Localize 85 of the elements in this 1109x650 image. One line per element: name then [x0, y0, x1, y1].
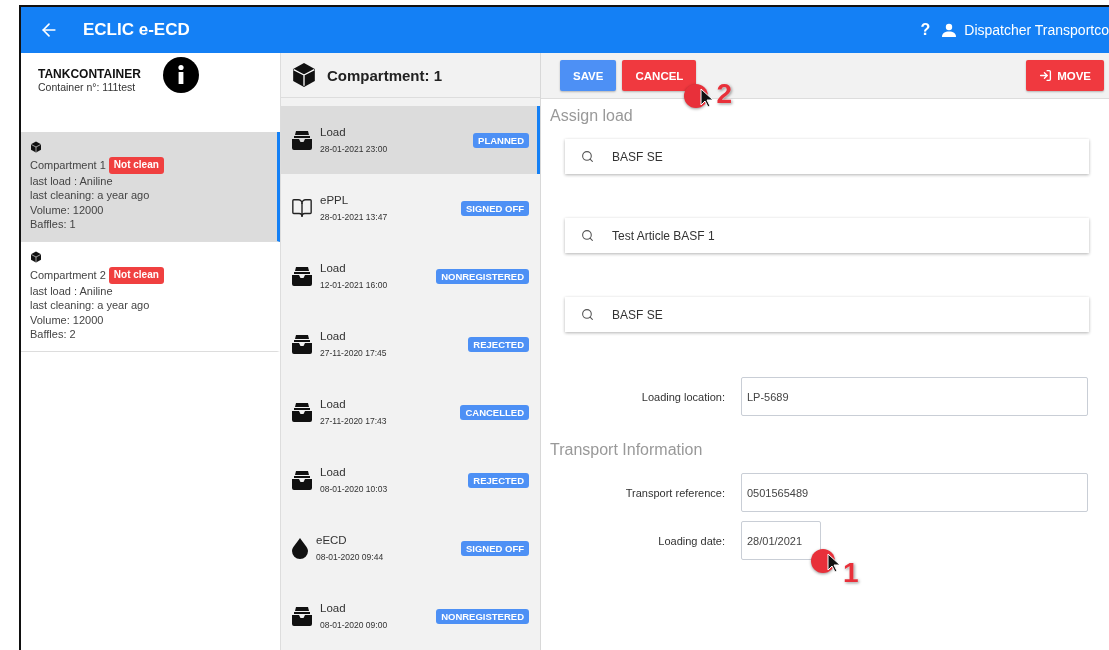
compartment-name: Compartment 2: [30, 268, 106, 283]
event-date: 12-01-2021 16:00: [320, 280, 388, 290]
event-item[interactable]: Load 27-11-2020 17:45 REJECTED: [281, 310, 540, 378]
search-icon: [581, 308, 594, 321]
event-item[interactable]: ePPL 28-01-2021 13:47 SIGNED OFF: [281, 174, 540, 242]
status-badge: Not clean: [108, 157, 164, 174]
inbox-tray-icon: [291, 402, 313, 422]
container-number: Container n°: 111test: [38, 81, 137, 93]
move-icon: [1039, 69, 1053, 82]
search-field[interactable]: Test Article BASF 1: [565, 218, 1089, 253]
search-field[interactable]: BASF SE: [565, 139, 1089, 174]
event-title: Load: [320, 602, 347, 614]
compartment-detail: last cleaning: a year ago: [30, 298, 151, 313]
search-field[interactable]: BASF SE: [565, 297, 1089, 332]
cube-icon: [30, 251, 42, 263]
status-badge: SIGNED OFF: [460, 200, 529, 216]
compartment-item[interactable]: Compartment 1 Not clean last load : Aniline last cleaning: a year ago Volume: 12000 Baffles: 1: [21, 132, 280, 242]
event-date: 27-11-2020 17:45: [320, 348, 387, 358]
event-item[interactable]: Load 12-01-2021 16:00 NONREGISTERED: [281, 242, 540, 310]
section-heading: Assign load: [550, 107, 634, 125]
droplet-icon: [291, 537, 309, 559]
event-date: 28-01-2021 13:47: [320, 212, 388, 222]
status-badge: Not clean: [108, 267, 164, 284]
user-name[interactable]: Dispatcher Transportco: [964, 22, 1109, 38]
compartment-detail: last cleaning: a year ago: [30, 188, 151, 203]
cube-icon: [291, 62, 317, 88]
compartment-name: Compartment 1: [30, 158, 106, 173]
cancel-button[interactable]: CANCEL: [622, 60, 697, 91]
inbox-tray-icon: [291, 130, 313, 150]
field-label: Loading location:: [640, 390, 725, 403]
event-title: Load: [320, 330, 347, 342]
inbox-tray-icon: [291, 470, 313, 490]
compartment-detail: Baffles: 1: [30, 217, 77, 232]
date-field[interactable]: 28/01/2021: [741, 521, 821, 560]
input-field[interactable]: LP-5689: [741, 377, 1088, 416]
info-icon[interactable]: [162, 57, 199, 93]
status-badge: CANCELLED: [460, 404, 529, 420]
event-item[interactable]: Load 28-01-2021 23:00 PLANNED: [281, 106, 540, 174]
event-item[interactable]: Load 27-11-2020 17:43 CANCELLED: [281, 378, 540, 446]
cursor-icon: [700, 88, 715, 108]
field-label: Transport reference:: [624, 486, 725, 499]
step-number: 2: [716, 80, 733, 108]
status-badge: REJECTED: [468, 472, 529, 488]
event-title: ePPL: [320, 194, 350, 206]
event-title: Load: [320, 466, 347, 478]
status-badge: SIGNED OFF: [460, 540, 529, 556]
event-item[interactable]: Load 08-01-2020 09:00 NONREGISTERED: [281, 582, 540, 650]
status-badge: REJECTED: [468, 336, 529, 352]
event-item[interactable]: eECD 08-01-2020 09:44 SIGNED OFF: [281, 514, 540, 582]
event-title: Load: [320, 262, 347, 274]
search-icon: [581, 150, 594, 163]
container-title: TANKCONTAINER: [38, 67, 141, 81]
event-item[interactable]: Load 08-01-2020 10:03 REJECTED: [281, 446, 540, 514]
status-badge: NONREGISTERED: [436, 608, 529, 624]
event-date: 08-01-2020 10:03: [320, 484, 388, 494]
field-label: Loading date:: [657, 534, 725, 547]
event-date: 08-01-2020 09:00: [320, 620, 388, 630]
move-button[interactable]: MOVE: [1026, 60, 1104, 91]
status-badge: PLANNED: [473, 132, 529, 148]
inbox-tray-icon: [291, 266, 313, 286]
event-title: eECD: [316, 534, 348, 546]
compartment-detail: Volume: 12000: [30, 202, 105, 217]
open-book-icon: [291, 197, 313, 219]
event-date: 28-01-2021 23:00: [320, 144, 388, 154]
cube-icon: [30, 141, 42, 153]
user-icon: [942, 23, 957, 37]
search-icon: [581, 229, 594, 242]
app-title: ECLIC e-ECD: [83, 20, 190, 40]
compartment-detail: Volume: 12000: [30, 312, 105, 327]
help-link[interactable]: ?: [920, 21, 931, 39]
section-heading: Transport Information: [550, 441, 704, 459]
compartment-detail: Baffles: 2: [30, 327, 77, 342]
inbox-tray-icon: [291, 334, 313, 354]
event-date: 27-11-2020 17:43: [320, 416, 387, 426]
inbox-tray-icon: [291, 606, 313, 626]
compartment-detail: last load : Aniline: [30, 173, 114, 188]
event-title: Load: [320, 398, 347, 410]
cursor-icon: [827, 553, 841, 573]
compartment-detail: last load : Aniline: [30, 283, 114, 298]
event-date: 08-01-2020 09:44: [316, 552, 384, 562]
compartment-heading: Compartment: 1: [327, 66, 442, 84]
input-field[interactable]: 0501565489: [741, 473, 1088, 512]
step-number: 1: [843, 559, 859, 587]
status-badge: NONREGISTERED: [436, 268, 529, 284]
event-title: Load: [320, 126, 347, 138]
